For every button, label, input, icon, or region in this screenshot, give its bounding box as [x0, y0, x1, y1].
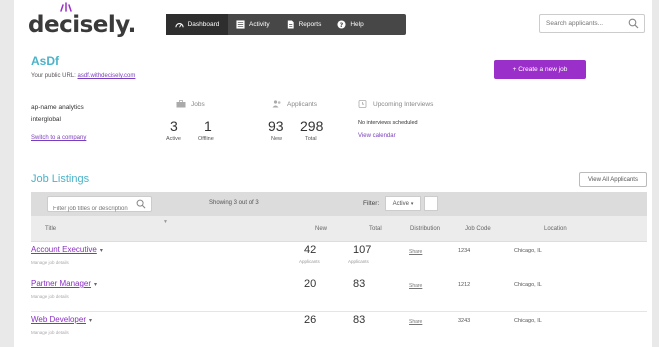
chevron-down-icon[interactable]: ▾ — [89, 317, 92, 324]
job-new-count[interactable]: 20 — [304, 278, 316, 290]
job-share-link[interactable]: Share — [409, 283, 422, 289]
job-total-count[interactable]: 107 — [353, 244, 371, 256]
job-code: 1212 — [458, 282, 471, 288]
job-total-sub: Applicants — [348, 259, 369, 264]
chevron-down-icon: ▾ — [410, 200, 414, 207]
nav-dashboard-label: Dashboard — [187, 21, 220, 28]
job-listings-title: Job Listings — [31, 173, 90, 185]
job-new-count[interactable]: 42 — [304, 244, 316, 256]
col-distribution[interactable]: Distribution — [410, 226, 440, 232]
chevron-down-icon[interactable]: ▾ — [94, 281, 97, 288]
job-title-link[interactable]: Account Executive ▾ — [31, 245, 103, 254]
jobs-stat-head: Jobs — [176, 100, 205, 108]
job-filter-search — [47, 196, 152, 216]
jobs-offline-count[interactable]: 1 — [204, 118, 212, 134]
view-calendar-link[interactable]: View calendar — [358, 133, 396, 139]
job-total-count[interactable]: 83 — [353, 278, 365, 290]
filter-extra-button[interactable] — [424, 196, 438, 211]
job-share-link[interactable]: Share — [409, 319, 422, 325]
applicants-new-label: New — [271, 136, 283, 142]
create-job-button[interactable]: + Create a new job — [494, 60, 586, 79]
interviews-label: Upcoming Interviews — [373, 100, 434, 108]
applicants-total-label: Total — [305, 136, 317, 142]
job-title-link[interactable]: Partner Manager ▾ — [31, 279, 97, 288]
nav-reports-label: Reports — [298, 21, 322, 28]
clock-icon — [358, 100, 367, 108]
company-name: AsDf — [31, 54, 60, 68]
sort-caret-icon[interactable]: ▼ — [163, 219, 168, 225]
jobs-offline-label: Offline — [198, 136, 214, 142]
nav-activity[interactable]: Activity — [228, 14, 278, 35]
nav-help[interactable]: ? Help — [329, 14, 371, 35]
applicant-search — [539, 14, 645, 33]
col-job-code[interactable]: Job Code — [465, 226, 491, 232]
logo[interactable]: decisely. — [28, 12, 136, 38]
dashboard-icon — [174, 23, 184, 28]
job-share-link[interactable]: Share — [409, 249, 422, 255]
listings-toolbar: Showing 3 out of 3 Filter: Active ▾ — [31, 192, 647, 216]
search-icon[interactable] — [136, 199, 146, 209]
nav-activity-label: Activity — [249, 21, 270, 28]
job-sub-link[interactable]: Manage job details — [31, 260, 69, 265]
filter-label: Filter: — [363, 200, 380, 207]
col-location[interactable]: Location — [544, 226, 567, 232]
col-title[interactable]: Title — [45, 226, 56, 232]
applicants-label: Applicants — [287, 100, 317, 108]
no-interviews-text: No interviews scheduled — [358, 120, 418, 126]
job-code: 1234 — [458, 248, 471, 254]
svg-text:?: ? — [340, 22, 344, 29]
applicants-total-count[interactable]: 298 — [300, 118, 323, 134]
job-title-link[interactable]: Web Developer ▾ — [31, 315, 92, 324]
reports-icon — [287, 20, 294, 29]
public-url-link[interactable]: asdf.withdecisely.com — [77, 73, 135, 79]
table-row: Partner Manager ▾ Manage job details 20 8… — [31, 276, 647, 312]
col-new[interactable]: New — [315, 226, 327, 232]
applicants-new-count[interactable]: 93 — [268, 118, 284, 134]
table-row: Account Executive ▾ Manage job details 42… — [31, 242, 647, 278]
col-total[interactable]: Total — [369, 226, 382, 232]
interviews-stat-head: Upcoming Interviews — [358, 100, 433, 108]
switch-company-link[interactable]: Switch to a company — [31, 135, 86, 141]
job-location: Chicago, IL — [514, 282, 542, 288]
applicants-stat-head: Applicants — [272, 100, 317, 108]
app-frame: decisely. Dashboard Activity Reports ? H… — [14, 0, 652, 347]
showing-count: Showing 3 out of 3 — [209, 200, 259, 206]
nav-dashboard[interactable]: Dashboard — [166, 14, 228, 35]
people-icon — [272, 100, 281, 108]
applicant-search-input[interactable] — [540, 16, 624, 31]
account-sub: interglobal — [31, 116, 61, 123]
main-nav: Dashboard Activity Reports ? Help — [166, 14, 406, 35]
jobs-active-count[interactable]: 3 — [170, 118, 178, 134]
jobs-active-label: Active — [166, 136, 181, 142]
status-filter-select[interactable]: Active ▾ — [385, 196, 421, 211]
status-filter-value: Active — [392, 200, 409, 207]
job-sub-link[interactable]: Manage job details — [31, 330, 69, 335]
public-url-label: Your public URL: — [31, 73, 76, 79]
table-row: Web Developer ▾ Manage job details 26 83 … — [31, 312, 647, 347]
job-code: 3243 — [458, 318, 471, 324]
listings-header-row: ▼ Title New Total Distribution Job Code … — [31, 216, 647, 242]
job-total-count[interactable]: 83 — [353, 314, 365, 326]
job-sub-link[interactable]: Manage job details — [31, 294, 69, 299]
view-all-applicants-button[interactable]: View All Applicants — [579, 172, 647, 187]
job-location: Chicago, IL — [514, 318, 542, 324]
job-location: Chicago, IL — [514, 248, 542, 254]
chevron-down-icon[interactable]: ▾ — [100, 247, 103, 254]
account-name: ap-name analytics — [31, 104, 84, 111]
job-new-sub: Applicants — [299, 259, 320, 264]
briefcase-icon — [176, 100, 186, 108]
nav-help-label: Help — [350, 21, 364, 28]
logo-spark-icon — [60, 2, 72, 12]
job-new-count[interactable]: 26 — [304, 314, 316, 326]
activity-icon — [236, 20, 245, 29]
public-url-line: Your public URL: asdf.withdecisely.com — [31, 73, 135, 79]
job-filter-input[interactable] — [48, 202, 130, 216]
nav-reports[interactable]: Reports — [278, 14, 330, 35]
jobs-label: Jobs — [191, 100, 205, 108]
search-icon[interactable] — [628, 18, 639, 29]
help-icon: ? — [337, 20, 346, 29]
top-header: decisely. Dashboard Activity Reports ? H… — [14, 0, 652, 48]
